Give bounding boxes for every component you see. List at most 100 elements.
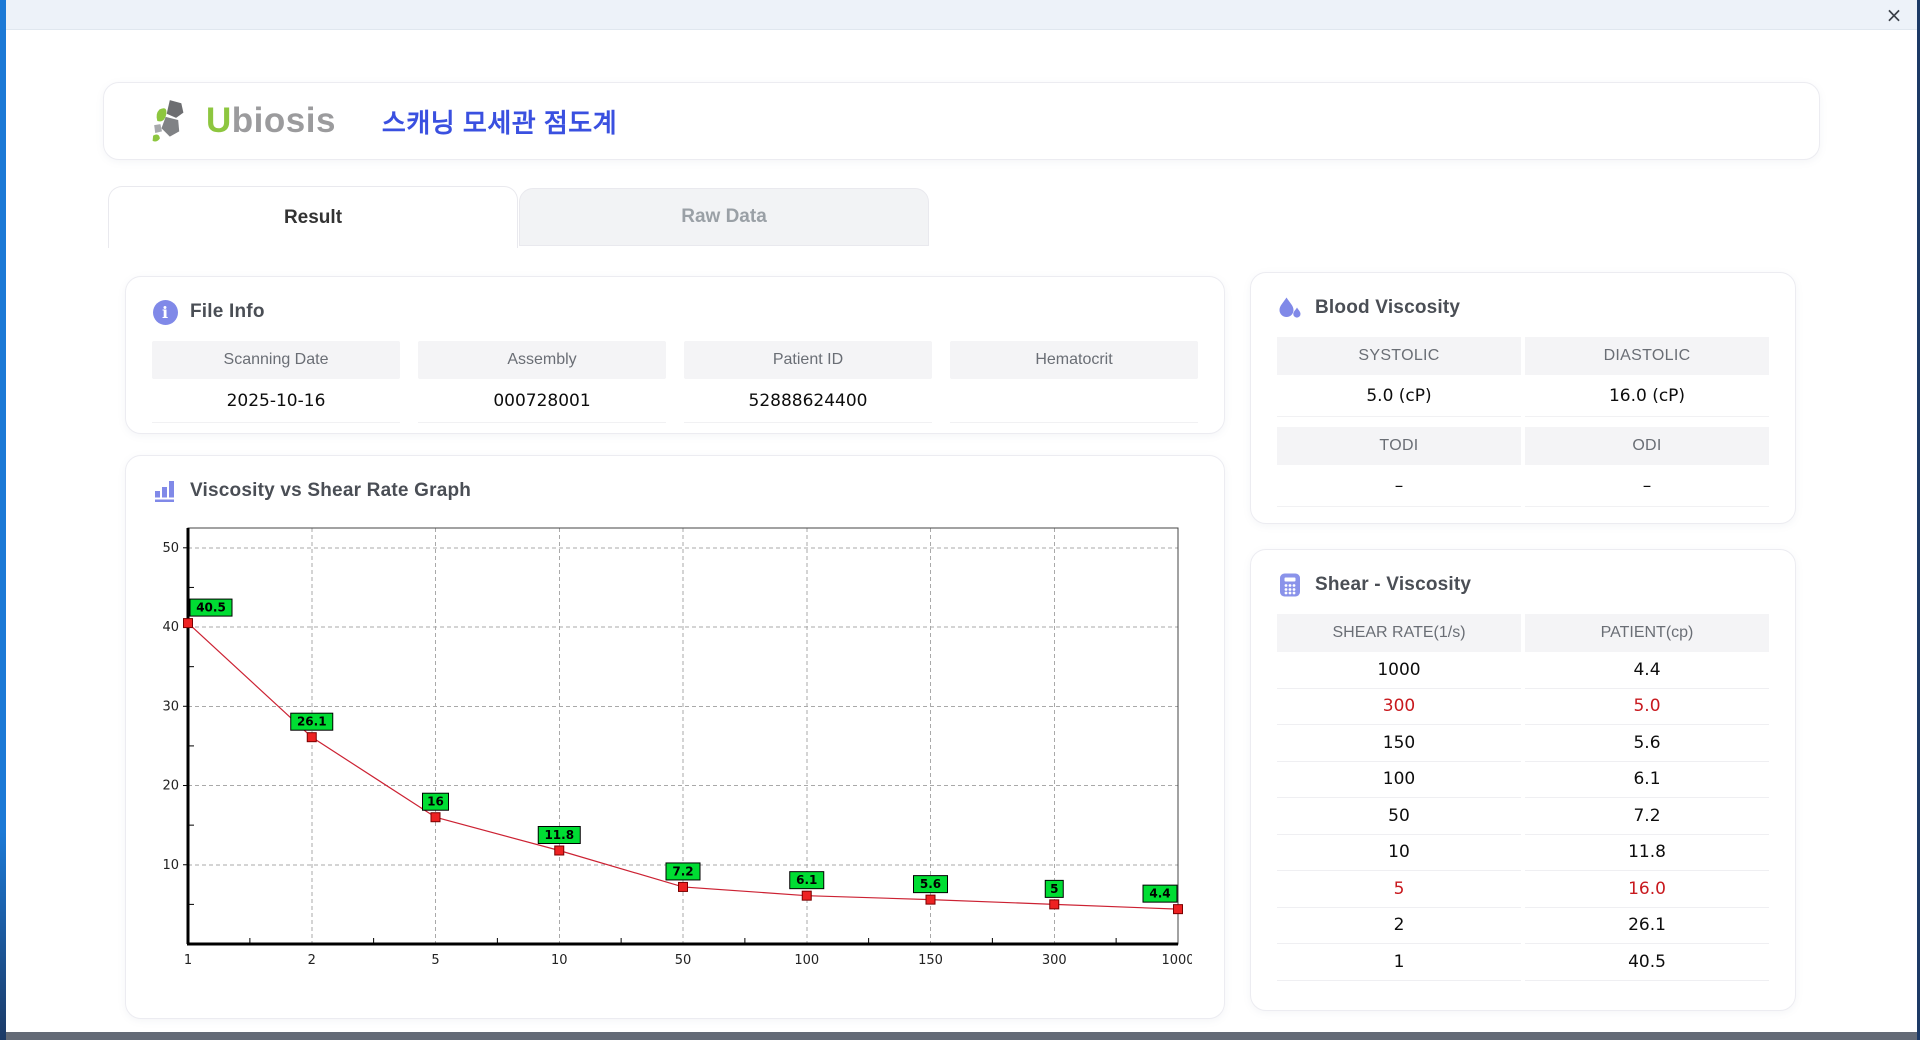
svg-text:1000: 1000 [1161, 953, 1192, 968]
value-cell: – [1525, 465, 1769, 507]
column-header: PATIENT(cp) [1525, 614, 1769, 652]
svg-text:50: 50 [162, 541, 179, 556]
value-cell: 5.0 (cP) [1277, 375, 1521, 417]
file-info-header: i File Info [126, 277, 1224, 325]
value-cell: – [1277, 465, 1521, 507]
svg-text:5: 5 [431, 953, 439, 968]
patient-cell: 11.8 [1525, 834, 1769, 871]
calculator-icon [1277, 572, 1303, 598]
table-row: 150 5.6 [1277, 725, 1769, 762]
field-value [950, 379, 1198, 423]
svg-text:26.1: 26.1 [297, 715, 327, 729]
blood-viscosity-subtable: TODI ODI – – [1277, 427, 1769, 507]
tab-raw-data[interactable]: Raw Data [519, 188, 929, 246]
tab-result[interactable]: Result [108, 186, 518, 248]
svg-text:40: 40 [162, 620, 179, 635]
table-row: 300 5.0 [1277, 688, 1769, 725]
info-icon: i [152, 299, 178, 325]
patient-cell: 26.1 [1525, 907, 1769, 944]
patient-cell: 16.0 [1525, 871, 1769, 908]
svg-text:11.8: 11.8 [544, 828, 574, 842]
field-label: Hematocrit [950, 341, 1198, 379]
svg-text:7.2: 7.2 [672, 864, 693, 878]
brand-name: Ubiosis [206, 101, 336, 141]
svg-text:6.1: 6.1 [796, 873, 817, 887]
shear-rate-cell: 1 [1277, 944, 1521, 981]
patient-cell: 40.5 [1525, 944, 1769, 981]
blood-viscosity-header-row: SYSTOLIC DIASTOLIC [1277, 337, 1769, 375]
file-info-title: File Info [190, 301, 265, 322]
field-label: Scanning Date [152, 341, 400, 379]
shear-viscosity-header: Shear - Viscosity [1251, 550, 1795, 598]
field-label: Patient ID [684, 341, 932, 379]
shear-rate-cell: 2 [1277, 907, 1521, 944]
table-row: 10 11.8 [1277, 834, 1769, 871]
file-info-fields: Scanning Date 2025-10-16 Assembly 000728001… [152, 341, 1198, 423]
field-value: 000728001 [418, 379, 666, 423]
file-info-card: i File Info Scanning Date 2025-10-16 Assem… [125, 276, 1225, 434]
blood-viscosity-header-row: TODI ODI [1277, 427, 1769, 465]
svg-text:2: 2 [308, 953, 316, 968]
shear-rate-cell: 50 [1277, 798, 1521, 835]
svg-text:10: 10 [162, 858, 179, 873]
shear-viscosity-card: Shear - Viscosity SHEAR RATE(1/s) PATIENT… [1250, 549, 1796, 1011]
page-title: 스캐닝 모세관 점도계 [381, 107, 618, 138]
shear-rate-cell: 10 [1277, 834, 1521, 871]
table-row: 1 40.5 [1277, 944, 1769, 981]
column-header: SHEAR RATE(1/s) [1277, 614, 1521, 652]
column-header: ODI [1525, 427, 1769, 465]
svg-text:100: 100 [794, 953, 819, 968]
svg-text:10: 10 [551, 953, 568, 968]
close-icon[interactable]: × [1881, 2, 1907, 28]
ubiosis-logo-icon [150, 99, 198, 143]
brand-rest: biosis [231, 101, 336, 140]
patient-cell: 6.1 [1525, 761, 1769, 798]
svg-text:40.5: 40.5 [196, 601, 226, 615]
file-info-field: Hematocrit [950, 341, 1198, 423]
svg-text:16: 16 [427, 795, 444, 809]
field-label: Assembly [418, 341, 666, 379]
shear-rate-cell: 5 [1277, 871, 1521, 908]
file-info-field: Assembly 000728001 [418, 341, 666, 423]
svg-text:50: 50 [675, 953, 692, 968]
blood-viscosity-subtable: SYSTOLIC DIASTOLIC 5.0 (cP) 16.0 (cP) [1277, 337, 1769, 417]
blood-viscosity-value-row: 5.0 (cP) 16.0 (cP) [1277, 375, 1769, 417]
svg-text:4.4: 4.4 [1149, 887, 1170, 901]
blood-viscosity-header: Blood Viscosity [1251, 273, 1795, 321]
graph-title: Viscosity vs Shear Rate Graph [190, 480, 472, 501]
shear-rate-cell: 300 [1277, 688, 1521, 725]
shear-viscosity-title: Shear - Viscosity [1315, 574, 1472, 595]
blood-viscosity-title: Blood Viscosity [1315, 297, 1461, 318]
viscosity-shear-chart: 10 20 30 40 50 1 2 5 10 50 100 150 300 1000 40.5 26.1 16… [152, 514, 1224, 984]
window-bottom-edge [0, 1032, 1920, 1040]
window-titlebar: × [6, 0, 1917, 30]
svg-text:20: 20 [162, 779, 179, 794]
table-row: 50 7.2 [1277, 798, 1769, 835]
shear-viscosity-table: SHEAR RATE(1/s) PATIENT(cp) 1000 4.4 300 5.0… [1277, 614, 1769, 981]
table-row: 1000 4.4 [1277, 652, 1769, 689]
graph-header: Viscosity vs Shear Rate Graph [126, 456, 1224, 504]
patient-cell: 5.6 [1525, 725, 1769, 762]
field-value: 2025-10-16 [152, 379, 400, 423]
graph-card: Viscosity vs Shear Rate Graph 10 20 30 40 50… [125, 455, 1225, 1019]
svg-text:150: 150 [918, 953, 943, 968]
column-header: SYSTOLIC [1277, 337, 1521, 375]
value-cell: 16.0 (cP) [1525, 375, 1769, 417]
shear-rate-cell: 1000 [1277, 652, 1521, 689]
blood-viscosity-tables: SYSTOLIC DIASTOLIC 5.0 (cP) 16.0 (cP) TODI OD… [1277, 337, 1769, 507]
field-value: 52888624400 [684, 379, 932, 423]
column-header: DIASTOLIC [1525, 337, 1769, 375]
blood-viscosity-value-row: – – [1277, 465, 1769, 507]
bar-chart-icon [152, 478, 178, 504]
svg-text:5.6: 5.6 [920, 877, 941, 891]
svg-text:300: 300 [1042, 953, 1067, 968]
table-row: 100 6.1 [1277, 761, 1769, 798]
file-info-field: Patient ID 52888624400 [684, 341, 932, 423]
shear-viscosity-table-body: 1000 4.4 300 5.0 150 5.6 100 6.1 50 7.2 10 11.8 5 16.… [1277, 652, 1769, 981]
table-row: 5 16.0 [1277, 871, 1769, 908]
patient-cell: 4.4 [1525, 652, 1769, 689]
table-row: 2 26.1 [1277, 907, 1769, 944]
droplets-icon [1277, 295, 1303, 321]
svg-text:30: 30 [162, 699, 179, 714]
patient-cell: 5.0 [1525, 688, 1769, 725]
